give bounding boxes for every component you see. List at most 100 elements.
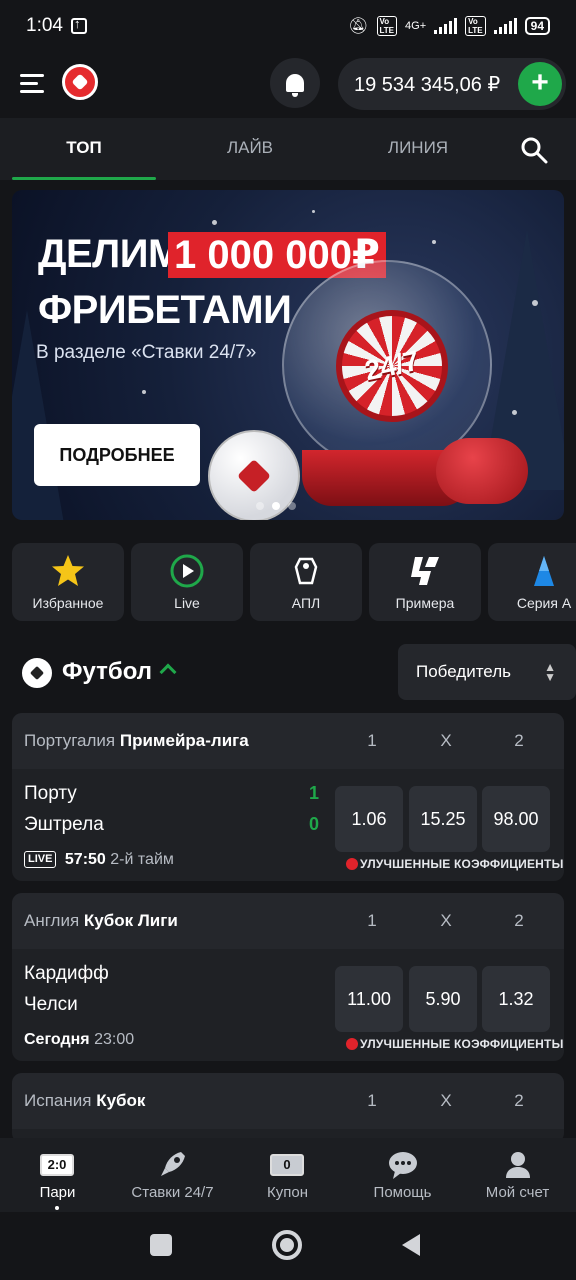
tab-top[interactable]: ТОП [12, 118, 156, 180]
team-home: Порту [24, 783, 77, 804]
league-name: Кубок [96, 1091, 146, 1110]
odd-button-x[interactable]: 5.90 [409, 966, 477, 1032]
notifications-button[interactable] [270, 58, 320, 108]
carousel-dots[interactable] [256, 502, 296, 510]
league-country: Англия [24, 911, 80, 930]
category-live[interactable]: Live [131, 543, 243, 621]
odd-button-x[interactable]: 15.25 [409, 786, 477, 852]
odd-button-2[interactable]: 1.32 [482, 966, 550, 1032]
volte-icon-2: Vo LTE [465, 16, 486, 36]
header-x: X [440, 1091, 452, 1110]
upload-notification-icon [70, 16, 87, 34]
status-time: 1:04 [26, 15, 63, 36]
chat-icon [389, 1152, 417, 1179]
team-away: Челси [24, 994, 78, 1015]
football-icon [22, 658, 52, 688]
balance-pill[interactable]: 19 534 345,06 ₽ + [338, 58, 566, 110]
category-laliga[interactable]: Примера [369, 543, 481, 621]
system-navigation [0, 1212, 576, 1280]
boost-icon [346, 858, 358, 870]
coupon-count-icon: 0 [270, 1154, 304, 1176]
category-label: Серия А [516, 595, 572, 611]
category-epl[interactable]: АПЛ [250, 543, 362, 621]
more-details-button[interactable]: ПОДРОБНЕЕ [34, 424, 200, 486]
category-label: Live [174, 595, 200, 611]
nav-account[interactable]: Мой счет [460, 1138, 575, 1212]
header-2: 2 [514, 1091, 524, 1110]
sport-header: Футбол Победитель ▲ ▼ [12, 644, 576, 702]
quick-categories: Избранное Live АПЛ Примера Серия А [12, 543, 576, 621]
nav-label: Ставки 24/7 [131, 1184, 214, 1201]
premier-league-icon [294, 557, 318, 585]
header-1: 1 [367, 911, 377, 930]
header-2: 2 [514, 911, 524, 930]
mute-icon: 🔕︎ [348, 18, 369, 35]
volte-icon: Vo LTE [376, 16, 398, 36]
nav-help[interactable]: Помощь [345, 1138, 460, 1212]
league-country: Испания [24, 1091, 92, 1110]
recents-button[interactable] [150, 1234, 172, 1256]
event-teams[interactable]: Порту Эштрела [24, 778, 104, 840]
home-button[interactable] [272, 1230, 302, 1260]
banner-line2: ФРИБЕТАМИ [38, 288, 292, 332]
event-start: Сегодня 23:00 [24, 1031, 134, 1049]
nav-bets[interactable]: 2:0 Пари [0, 1138, 115, 1212]
status-bar: 1:04 🔕︎ VoLTE 4G+ VoLTE 94 [0, 0, 576, 52]
header-1: 1 [367, 1091, 377, 1110]
category-favorites[interactable]: Избранное [12, 543, 124, 621]
active-indicator [55, 1206, 59, 1210]
dartboard-image: 24/7 [336, 310, 448, 422]
tab-line[interactable]: ЛИНИЯ [346, 118, 490, 180]
play-icon [170, 554, 204, 588]
nav-label: Мой счет [485, 1184, 550, 1201]
league-header[interactable]: Испания Кубок 1 X 2 [12, 1073, 564, 1129]
league-header[interactable]: Англия Кубок Лиги 1 X 2 [12, 893, 564, 949]
battery-icon: 94 [524, 17, 550, 35]
logo[interactable] [62, 64, 98, 100]
league-header[interactable]: Португалия Примейра-лига 1 X 2 [12, 713, 564, 769]
league-name: Кубок Лиги [83, 911, 178, 930]
sport-title[interactable]: Футбол [62, 658, 152, 686]
promo-banner[interactable]: ДЕЛИМ 1 000 000₽ ФРИБЕТАМИ В разделе «Ст… [12, 190, 564, 520]
nav-label: Пари [39, 1184, 76, 1201]
header-x: X [440, 911, 452, 930]
nav-bets-247[interactable]: Ставки 24/7 [115, 1138, 230, 1212]
event-teams[interactable]: Кардифф Челси [24, 958, 109, 1020]
category-label: АПЛ [291, 595, 321, 611]
status-icons: 🔕︎ Vo LTE 4G+ Vo LTE 94 [348, 16, 550, 36]
tab-live[interactable]: ЛАЙВ [178, 118, 322, 180]
boxing-glove-image [436, 438, 528, 504]
nav-label: Купон [267, 1184, 308, 1201]
rocket-icon [161, 1152, 185, 1176]
score-home: 1 [308, 783, 319, 803]
main-tabs: ТОП ЛАЙВ ЛИНИЯ [0, 118, 576, 180]
match-day: Сегодня [24, 1031, 90, 1048]
search-icon[interactable] [520, 136, 548, 164]
chevron-up-icon[interactable] [159, 663, 177, 681]
laliga-icon [411, 557, 439, 585]
event-status: LIVE 57:50 2-й тайм [24, 851, 174, 869]
menu-icon[interactable] [20, 74, 44, 98]
category-label: Избранное [32, 595, 104, 611]
market-select[interactable]: Победитель ▲ ▼ [398, 644, 576, 700]
category-serie-a[interactable]: Серия А [488, 543, 576, 621]
bell-icon [286, 74, 304, 97]
odd-button-1[interactable]: 11.00 [335, 966, 403, 1032]
team-away: Эштрела [24, 814, 104, 835]
signal-icon-2 [493, 18, 517, 34]
banner-subtitle: В разделе «Ставки 24/7» [36, 342, 257, 363]
boosted-odds-label: УЛУЧШЕННЫЕ КОЭФФИЦИЕНТЫ [346, 1037, 564, 1051]
odd-button-1[interactable]: 1.06 [335, 786, 403, 852]
nav-coupon[interactable]: 0 Купон [230, 1138, 345, 1212]
event-card: Испания Кубок 1 X 2 [12, 1073, 564, 1143]
banner-line1: ДЕЛИМ [38, 232, 181, 276]
user-icon [506, 1152, 530, 1178]
bottom-navigation: 2:0 Пари Ставки 24/7 0 Купон Помощь Мой … [0, 1138, 576, 1212]
header-1: 1 [367, 731, 377, 750]
sort-arrows-icon: ▲ ▼ [544, 660, 556, 684]
header-x: X [440, 731, 452, 750]
odd-button-2[interactable]: 98.00 [482, 786, 550, 852]
back-button[interactable] [402, 1234, 420, 1256]
deposit-button[interactable]: + [518, 62, 562, 106]
signal-icon [434, 18, 458, 34]
